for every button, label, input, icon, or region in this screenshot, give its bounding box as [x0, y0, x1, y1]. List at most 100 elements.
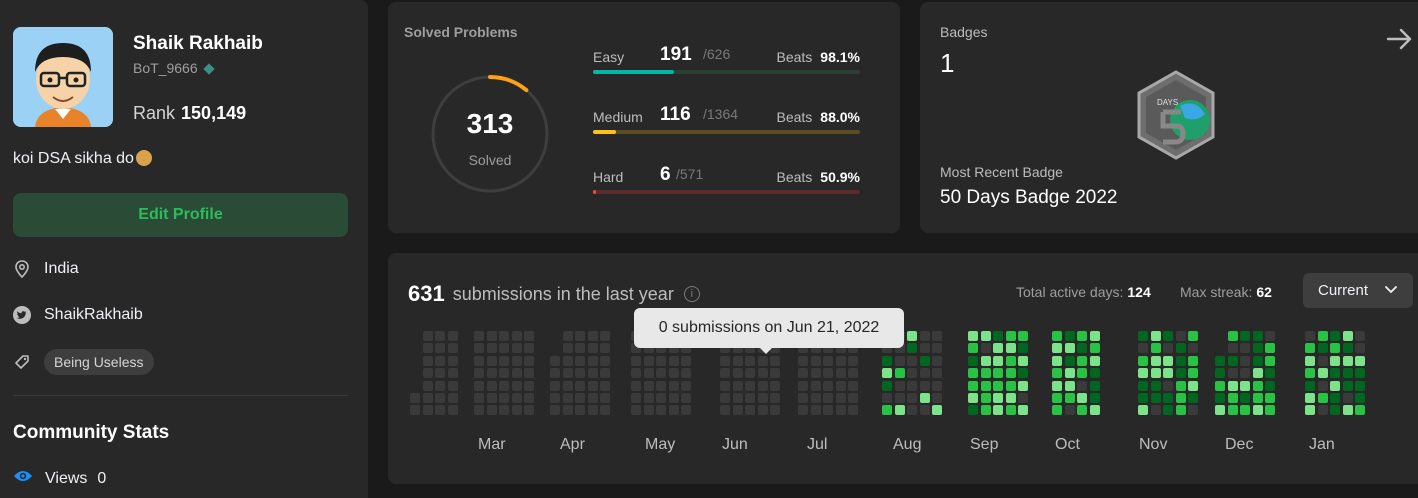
heatmap-cell[interactable]: [524, 380, 535, 391]
heatmap-cell[interactable]: [810, 355, 821, 366]
heatmap-cell[interactable]: [447, 343, 458, 354]
heatmap-cell[interactable]: [499, 343, 510, 354]
heatmap-cell[interactable]: [823, 393, 834, 403]
heatmap-cell[interactable]: [575, 355, 586, 366]
heatmap-cell[interactable]: [562, 393, 573, 403]
heatmap-cell[interactable]: [1215, 380, 1225, 391]
heatmap-cell[interactable]: [907, 343, 918, 354]
heatmap-cell[interactable]: [798, 368, 808, 379]
heatmap-cell[interactable]: [499, 393, 510, 403]
heatmap-cell[interactable]: [562, 405, 573, 416]
heatmap-cell[interactable]: [668, 405, 679, 416]
heatmap-cell[interactable]: [1005, 368, 1016, 379]
heatmap-cell[interactable]: [1188, 393, 1199, 403]
heatmap-cell[interactable]: [1077, 405, 1088, 416]
edit-profile-button[interactable]: Edit Profile: [13, 193, 348, 237]
heatmap-cell[interactable]: [474, 331, 484, 341]
heatmap-cell[interactable]: [1018, 380, 1029, 391]
heatmap-cell[interactable]: [643, 380, 654, 391]
heatmap-cell[interactable]: [1342, 393, 1353, 403]
heatmap-cell[interactable]: [720, 405, 730, 416]
heatmap-cell[interactable]: [1077, 343, 1088, 354]
heatmap-cell[interactable]: [1018, 405, 1029, 416]
heatmap-cell[interactable]: [1317, 368, 1328, 379]
heatmap-cell[interactable]: [1305, 343, 1315, 354]
heatmap-cell[interactable]: [1005, 393, 1016, 403]
heatmap-cell[interactable]: [587, 355, 598, 366]
heatmap-cell[interactable]: [848, 405, 859, 416]
heatmap-cell[interactable]: [757, 355, 768, 366]
heatmap-cell[interactable]: [587, 393, 598, 403]
heatmap-cell[interactable]: [1252, 355, 1263, 366]
heatmap-cell[interactable]: [1052, 331, 1062, 341]
heatmap-cell[interactable]: [1005, 331, 1016, 341]
heatmap-cell[interactable]: [1089, 343, 1100, 354]
heatmap-cell[interactable]: [907, 405, 918, 416]
heatmap-cell[interactable]: [1064, 380, 1075, 391]
heatmap-cell[interactable]: [422, 393, 433, 403]
heatmap-cell[interactable]: [1064, 368, 1075, 379]
heatmap-cell[interactable]: [631, 405, 641, 416]
heatmap-cell[interactable]: [732, 393, 743, 403]
heatmap-cell[interactable]: [848, 368, 859, 379]
heatmap-cell[interactable]: [1163, 368, 1174, 379]
heatmap-cell[interactable]: [919, 331, 930, 341]
avatar[interactable]: [13, 27, 113, 127]
heatmap-cell[interactable]: [1064, 331, 1075, 341]
heatmap-cell[interactable]: [745, 405, 756, 416]
heatmap-cell[interactable]: [1215, 405, 1225, 416]
heatmap-cell[interactable]: [600, 380, 611, 391]
heatmap-cell[interactable]: [1265, 331, 1276, 341]
heatmap-cell[interactable]: [1138, 393, 1148, 403]
heatmap-cell[interactable]: [1227, 355, 1238, 366]
heatmap-cell[interactable]: [919, 405, 930, 416]
heatmap-cell[interactable]: [1215, 368, 1225, 379]
heatmap-cell[interactable]: [524, 331, 535, 341]
heatmap-cell[interactable]: [810, 380, 821, 391]
heatmap-cell[interactable]: [1077, 393, 1088, 403]
heatmap-cell[interactable]: [1215, 355, 1225, 366]
heatmap-cell[interactable]: [894, 380, 905, 391]
heatmap-cell[interactable]: [1342, 368, 1353, 379]
heatmap-cell[interactable]: [1342, 380, 1353, 391]
heatmap-cell[interactable]: [600, 343, 611, 354]
heatmap-cell[interactable]: [1018, 331, 1029, 341]
heatmap-cell[interactable]: [550, 368, 560, 379]
heatmap-cell[interactable]: [1215, 393, 1225, 403]
heatmap-cell[interactable]: [435, 405, 446, 416]
heatmap-cell[interactable]: [1175, 368, 1186, 379]
heatmap-cell[interactable]: [968, 393, 978, 403]
heatmap-cell[interactable]: [848, 393, 859, 403]
heatmap-cell[interactable]: [968, 405, 978, 416]
heatmap-cell[interactable]: [919, 343, 930, 354]
heatmap-cell[interactable]: [720, 393, 730, 403]
heatmap-cell[interactable]: [980, 355, 991, 366]
heatmap-cell[interactable]: [681, 368, 692, 379]
heatmap-cell[interactable]: [1265, 368, 1276, 379]
heatmap-cell[interactable]: [732, 355, 743, 366]
heatmap-cell[interactable]: [1138, 355, 1148, 366]
heatmap-cell[interactable]: [422, 343, 433, 354]
heatmap-cell[interactable]: [968, 380, 978, 391]
heatmap-cell[interactable]: [993, 368, 1004, 379]
heatmap-cell[interactable]: [1163, 393, 1174, 403]
heatmap-cell[interactable]: [798, 380, 808, 391]
heatmap-cell[interactable]: [835, 380, 846, 391]
heatmap-cell[interactable]: [1265, 343, 1276, 354]
heatmap-cell[interactable]: [1150, 393, 1161, 403]
heatmap-cell[interactable]: [1163, 405, 1174, 416]
heatmap-cell[interactable]: [562, 380, 573, 391]
heatmap-cell[interactable]: [1342, 343, 1353, 354]
heatmap-cell[interactable]: [993, 343, 1004, 354]
heatmap-cell[interactable]: [835, 405, 846, 416]
heatmap-cell[interactable]: [932, 405, 943, 416]
heatmap-cell[interactable]: [1005, 405, 1016, 416]
heatmap-cell[interactable]: [1355, 355, 1366, 366]
heatmap-cell[interactable]: [447, 355, 458, 366]
heatmap-cell[interactable]: [882, 355, 892, 366]
heatmap-cell[interactable]: [980, 368, 991, 379]
heatmap-cell[interactable]: [993, 405, 1004, 416]
heatmap-cell[interactable]: [980, 393, 991, 403]
heatmap-cell[interactable]: [757, 405, 768, 416]
heatmap-cell[interactable]: [499, 368, 510, 379]
